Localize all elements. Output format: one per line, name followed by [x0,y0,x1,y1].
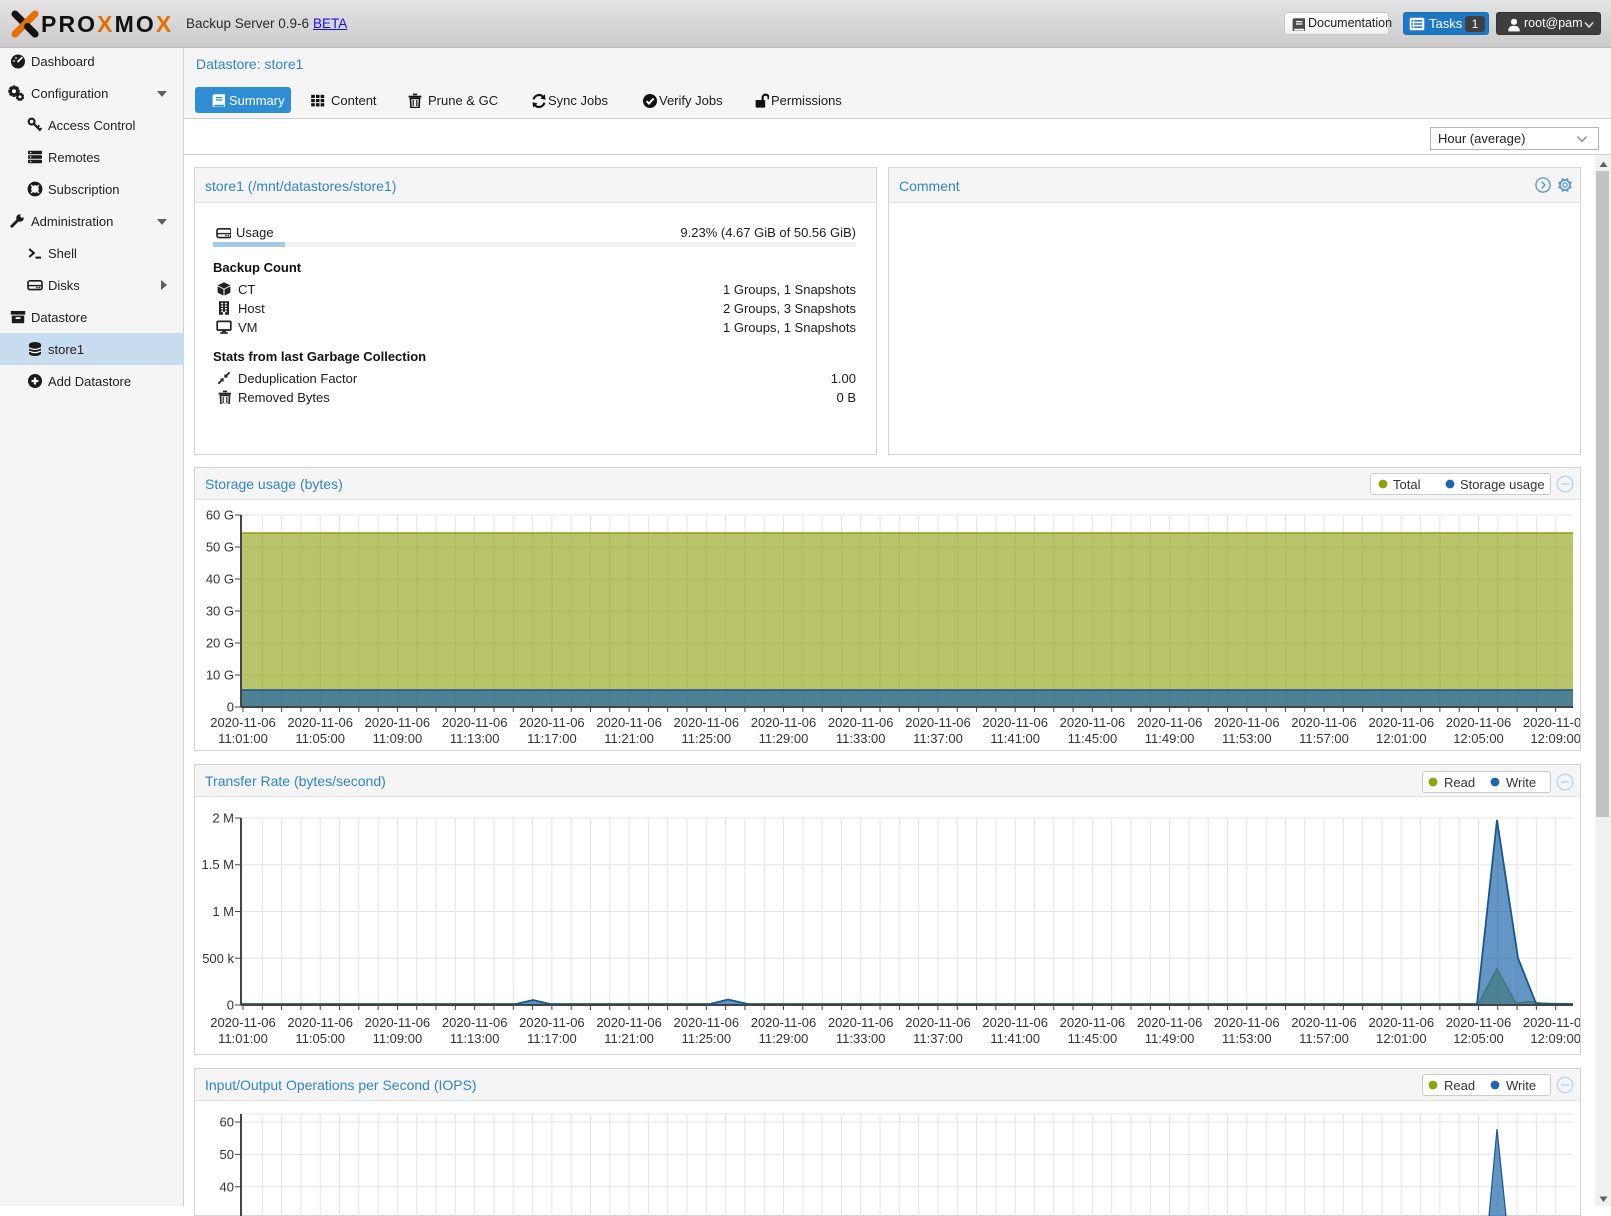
svg-text:2020-11-06: 2020-11-06 [828,1015,894,1030]
svg-text:11:37:00: 11:37:00 [913,731,963,746]
svg-text:11:01:00: 11:01:00 [218,1031,268,1046]
svg-text:2020-11-06: 2020-11-06 [982,1015,1048,1030]
svg-text:30 G: 30 G [206,604,234,619]
svg-text:40 G: 40 G [206,572,234,587]
svg-text:2020-11-06: 2020-11-06 [1060,715,1126,730]
svg-text:2020-11-06: 2020-11-06 [982,715,1048,730]
svg-text:2020-11-06: 2020-11-06 [519,715,585,730]
svg-text:11:25:00: 11:25:00 [681,1031,731,1046]
svg-text:11:21:00: 11:21:00 [604,1031,654,1046]
svg-text:11:33:00: 11:33:00 [836,731,886,746]
svg-text:11:29:00: 11:29:00 [759,731,809,746]
svg-text:2020-11-06: 2020-11-06 [287,1015,353,1030]
svg-text:2020-11-06: 2020-11-06 [596,715,662,730]
svg-text:12:09:00: 12:09:00 [1530,731,1580,746]
svg-text:11:45:00: 11:45:00 [1068,731,1118,746]
svg-text:11:01:00: 11:01:00 [218,731,268,746]
svg-text:2020-11-06: 2020-11-06 [287,715,353,730]
svg-text:2020-11-06: 2020-11-06 [1446,715,1512,730]
svg-text:0: 0 [227,998,234,1013]
svg-text:2020-11-06: 2020-11-06 [210,1015,276,1030]
svg-text:11:41:00: 11:41:00 [990,731,1040,746]
svg-text:11:25:00: 11:25:00 [681,731,731,746]
svg-text:2020-11-06: 2020-11-06 [1291,715,1357,730]
svg-text:11:45:00: 11:45:00 [1068,1031,1118,1046]
svg-text:40: 40 [220,1179,234,1194]
svg-text:2020-11-06: 2020-11-06 [905,1015,971,1030]
svg-text:12:01:00: 12:01:00 [1376,1031,1427,1046]
svg-text:11:49:00: 11:49:00 [1145,1031,1195,1046]
svg-text:11:53:00: 11:53:00 [1222,1031,1272,1046]
svg-text:0: 0 [227,700,234,715]
svg-text:1.5 M: 1.5 M [201,857,234,872]
svg-text:2020-11-06: 2020-11-06 [1446,1015,1512,1030]
svg-text:11:21:00: 11:21:00 [604,731,654,746]
svg-text:2020-11-06: 2020-11-06 [751,715,817,730]
svg-text:2020-11-06: 2020-11-06 [1214,1015,1280,1030]
svg-text:11:37:00: 11:37:00 [913,1031,963,1046]
svg-text:2020-11-06: 2020-11-06 [365,715,431,730]
svg-text:11:49:00: 11:49:00 [1145,731,1195,746]
svg-text:2020-11-06: 2020-11-06 [1214,715,1280,730]
svg-text:60: 60 [220,1115,234,1130]
svg-text:2020-11-06: 2020-11-06 [442,715,508,730]
svg-text:11:29:00: 11:29:00 [759,1031,809,1046]
svg-text:2020-11-06: 2020-11-06 [751,1015,817,1030]
svg-text:2020-11-06: 2020-11-06 [519,1015,585,1030]
svg-text:50 G: 50 G [206,540,234,555]
svg-text:11:13:00: 11:13:00 [450,731,500,746]
svg-text:2020-11-06: 2020-11-06 [1523,1015,1580,1030]
svg-text:50: 50 [220,1147,234,1162]
svg-text:10 G: 10 G [206,668,234,683]
svg-text:2020-11-06: 2020-11-06 [1291,1015,1357,1030]
svg-text:500 k: 500 k [202,951,234,966]
svg-text:60 G: 60 G [206,508,234,523]
svg-text:2020-11-06: 2020-11-06 [1060,1015,1126,1030]
svg-text:11:57:00: 11:57:00 [1299,1031,1349,1046]
svg-text:11:33:00: 11:33:00 [836,1031,886,1046]
svg-text:2020-11-06: 2020-11-06 [828,715,894,730]
svg-text:2020-11-06: 2020-11-06 [596,1015,662,1030]
svg-text:2020-11-06: 2020-11-06 [905,715,971,730]
svg-text:11:17:00: 11:17:00 [527,731,577,746]
svg-text:2020-11-06: 2020-11-06 [1369,715,1435,730]
svg-text:11:13:00: 11:13:00 [450,1031,500,1046]
svg-text:2020-11-06: 2020-11-06 [442,1015,508,1030]
svg-text:11:05:00: 11:05:00 [295,1031,345,1046]
svg-text:11:09:00: 11:09:00 [373,1031,423,1046]
svg-text:2020-11-06: 2020-11-06 [1137,715,1203,730]
svg-text:20 G: 20 G [206,636,234,651]
svg-text:12:01:00: 12:01:00 [1376,731,1427,746]
svg-text:12:05:00: 12:05:00 [1453,731,1504,746]
svg-text:11:09:00: 11:09:00 [373,731,423,746]
svg-text:2020-11-06: 2020-11-06 [210,715,276,730]
svg-text:11:41:00: 11:41:00 [990,1031,1040,1046]
svg-text:11:17:00: 11:17:00 [527,1031,577,1046]
svg-text:2020-11-06: 2020-11-06 [365,1015,431,1030]
svg-text:2020-11-06: 2020-11-06 [674,715,740,730]
svg-text:1 M: 1 M [212,904,234,919]
svg-text:11:57:00: 11:57:00 [1299,731,1349,746]
svg-text:12:05:00: 12:05:00 [1453,1031,1504,1046]
svg-text:2020-11-06: 2020-11-06 [674,1015,740,1030]
svg-text:2 M: 2 M [212,811,234,826]
svg-text:12:09:00: 12:09:00 [1530,1031,1580,1046]
svg-text:11:53:00: 11:53:00 [1222,731,1272,746]
svg-text:2020-11-06: 2020-11-06 [1137,1015,1203,1030]
svg-text:2020-11-06: 2020-11-06 [1369,1015,1435,1030]
svg-text:2020-11-06: 2020-11-06 [1523,715,1580,730]
svg-text:11:05:00: 11:05:00 [295,731,345,746]
